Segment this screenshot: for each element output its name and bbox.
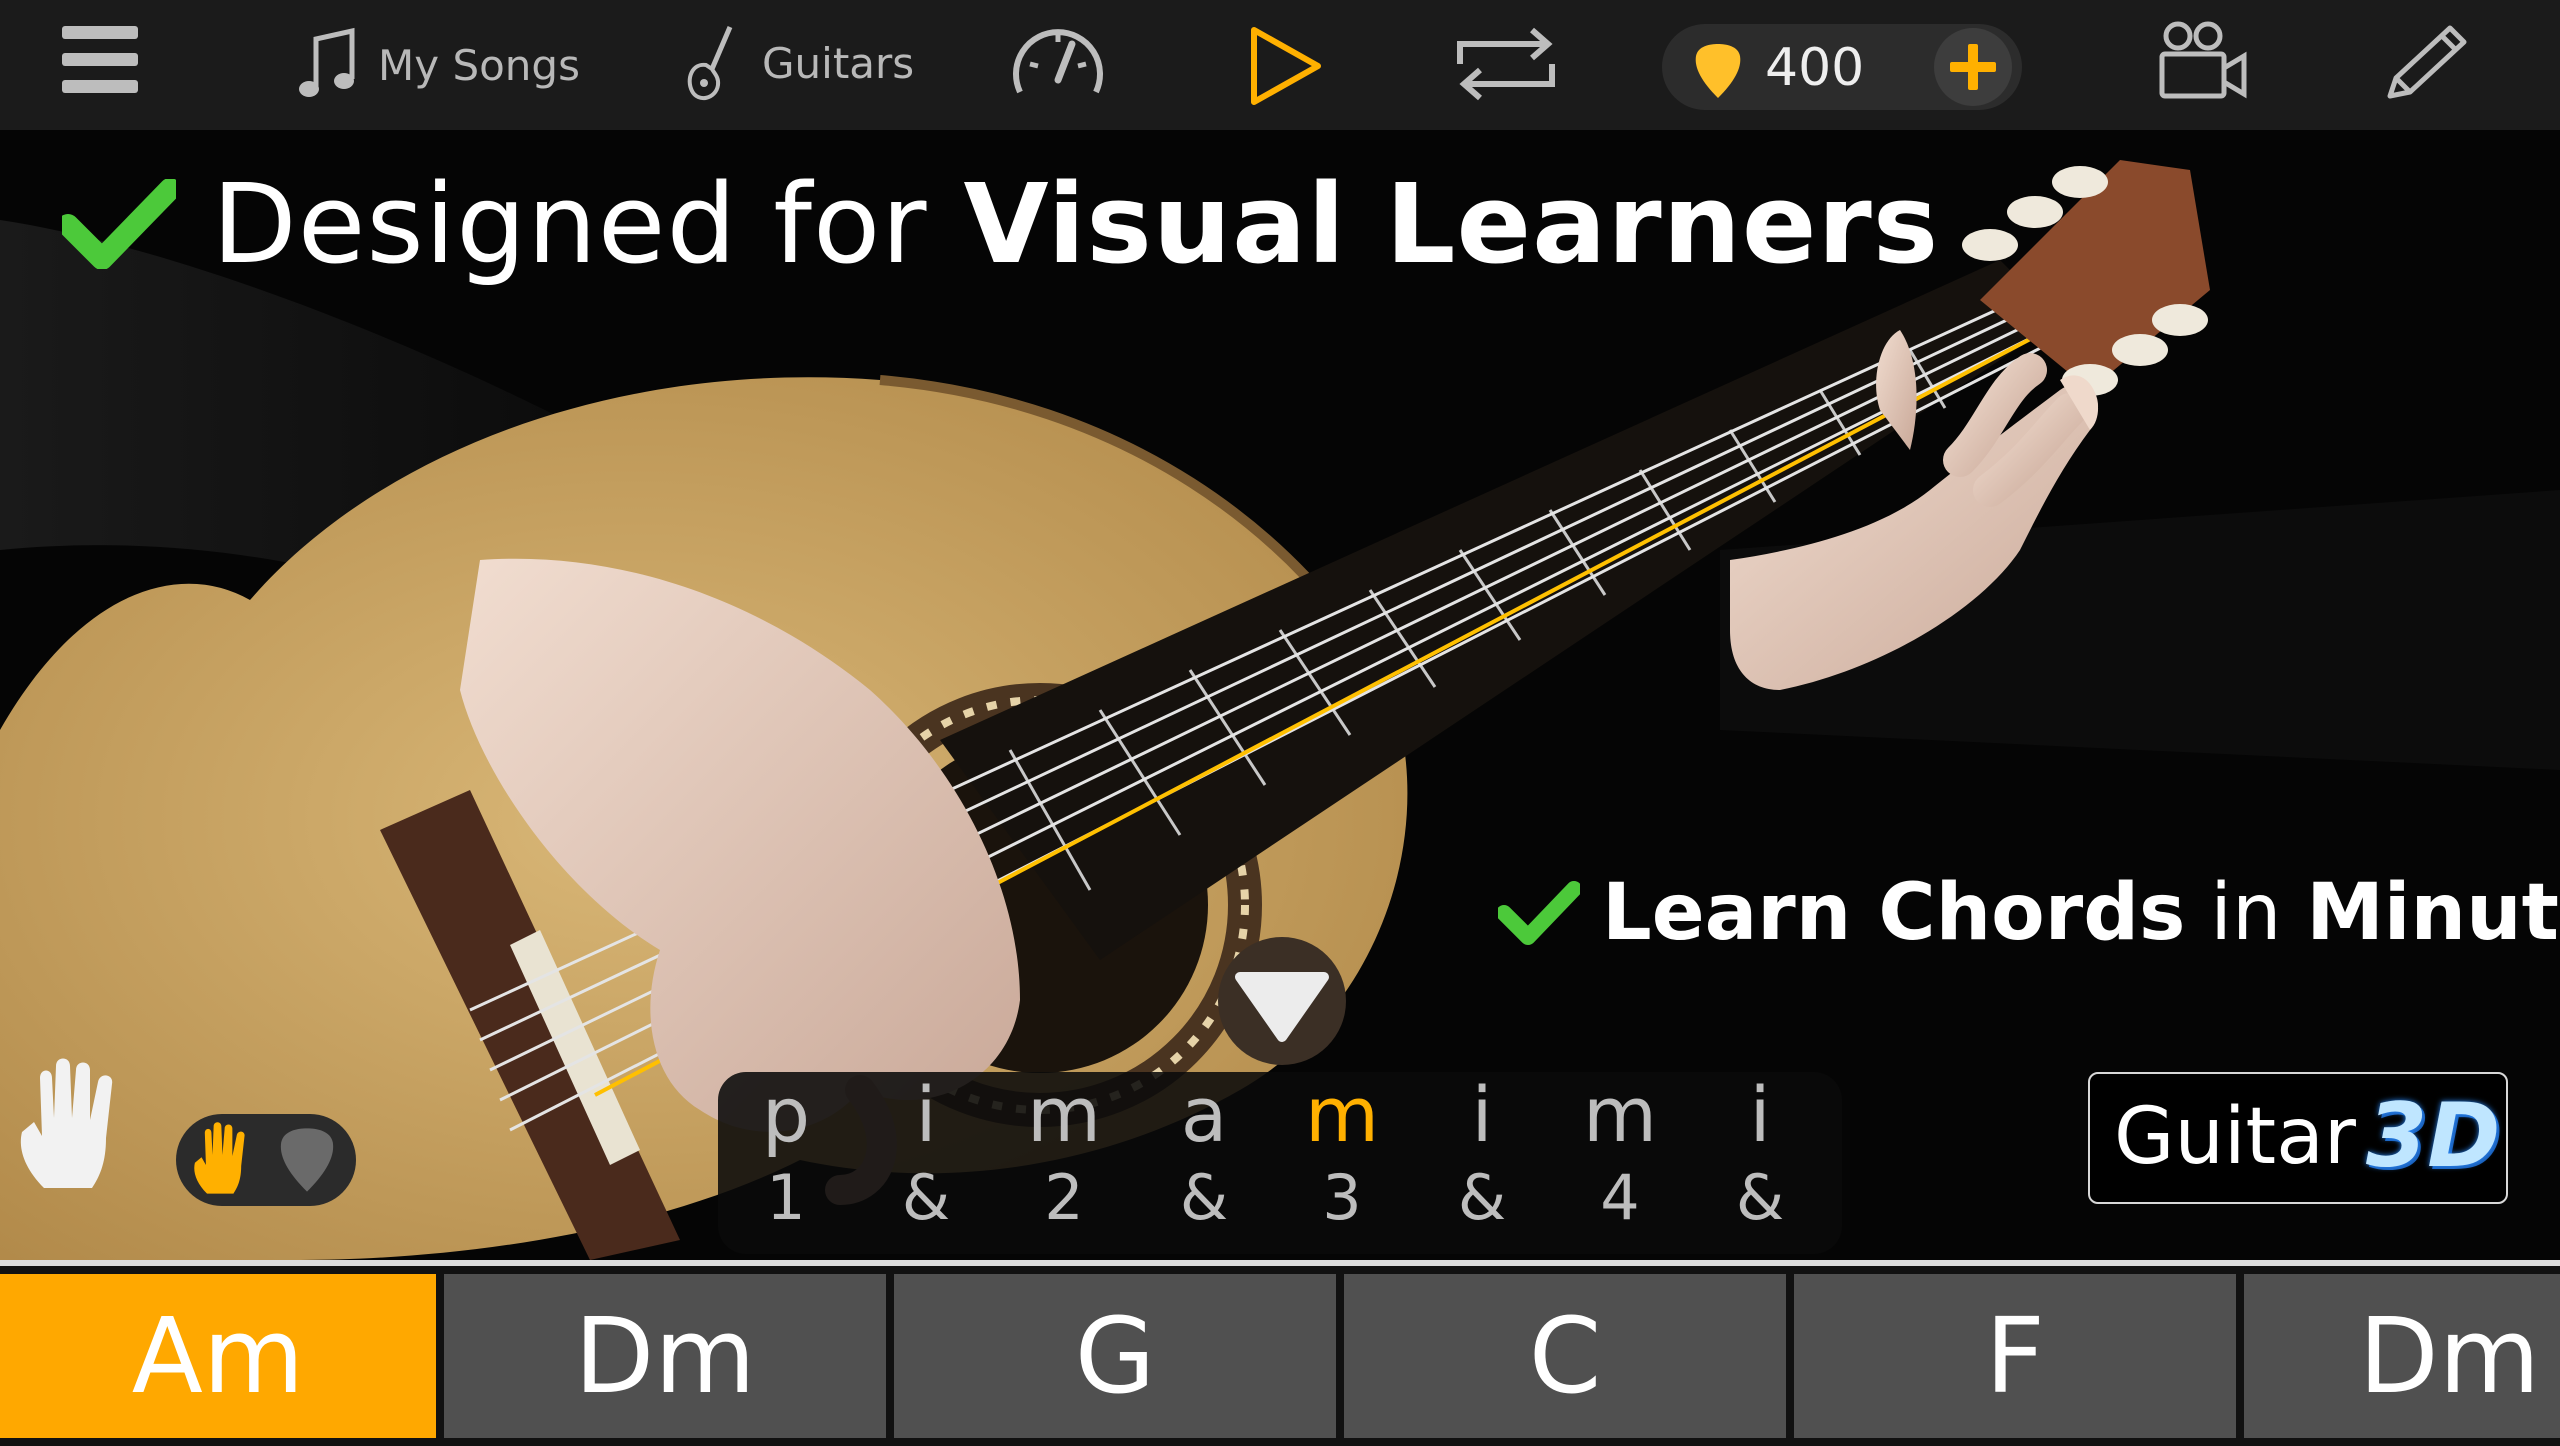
chord-dm[interactable]: Dm xyxy=(444,1274,886,1438)
headline-text: Designed for Visual Learners xyxy=(212,160,1939,288)
camera-view-button[interactable] xyxy=(2156,20,2248,104)
pattern-step: a & xyxy=(1144,1072,1264,1238)
pattern-count: & xyxy=(1735,1161,1785,1234)
pattern-count: 3 xyxy=(1322,1161,1362,1234)
music-note-icon xyxy=(299,27,355,97)
subheadline: Learn Chords in Minutes xyxy=(1498,868,2560,958)
subheadline-part1: Learn Chords xyxy=(1602,868,2186,958)
video-camera-icon xyxy=(2159,21,2247,99)
subheadline-part3: Minutes xyxy=(2306,868,2560,958)
pattern-finger: p xyxy=(761,1070,811,1159)
subheadline-text: Learn Chords in Minutes xyxy=(1602,868,2560,958)
coins-display: 400 xyxy=(1662,24,2022,110)
edit-button[interactable] xyxy=(2382,22,2470,102)
hand-icon xyxy=(20,1058,113,1188)
my-songs-label: My Songs xyxy=(378,40,580,90)
pattern-step: i & xyxy=(1422,1072,1542,1238)
top-toolbar: My Songs Guitars 400 xyxy=(0,0,2560,130)
pattern-step: m4 xyxy=(1560,1072,1680,1238)
hand-view-button[interactable] xyxy=(14,1058,132,1200)
chord-bar: Am Dm G C F Dm xyxy=(0,1260,2560,1446)
pattern-finger: i xyxy=(1749,1070,1771,1159)
brand-badge: 3D xyxy=(2366,1084,2501,1187)
speedometer-icon xyxy=(1013,29,1103,94)
guitars-label: Guitars xyxy=(762,38,915,88)
collapse-toggle-button[interactable] xyxy=(1218,937,1346,1065)
chord-f[interactable]: F xyxy=(1794,1274,2236,1438)
add-coins-button[interactable] xyxy=(1934,28,2012,106)
pattern-step: i & xyxy=(866,1072,986,1238)
pattern-count: 2 xyxy=(1044,1161,1084,1234)
pattern-count: & xyxy=(901,1161,951,1234)
headline-prefix: Designed for xyxy=(212,160,964,288)
pattern-count: 4 xyxy=(1600,1161,1640,1234)
my-songs-button[interactable]: My Songs xyxy=(298,22,580,108)
pattern-finger: m xyxy=(1304,1070,1380,1159)
play-button[interactable] xyxy=(1248,24,1324,108)
tempo-button[interactable] xyxy=(1010,18,1106,102)
guitar-3d-logo: Guitar 3D xyxy=(2088,1072,2508,1204)
finger-pick-toggle[interactable] xyxy=(176,1114,356,1206)
plus-icon xyxy=(1950,44,1996,90)
pattern-finger: a xyxy=(1180,1070,1228,1159)
guitar-pick-icon xyxy=(1695,44,1741,98)
guitar-pick-icon xyxy=(280,1128,334,1192)
pencil-icon xyxy=(2387,25,2467,99)
loop-button[interactable] xyxy=(1452,24,1560,104)
pattern-count: 1 xyxy=(766,1161,806,1234)
pattern-finger: m xyxy=(1026,1070,1102,1159)
pattern-step: p1 xyxy=(726,1072,846,1238)
chord-am[interactable]: Am xyxy=(0,1274,436,1438)
coins-value: 400 xyxy=(1765,38,1865,98)
guitar-icon xyxy=(687,26,733,101)
pattern-finger: i xyxy=(1471,1070,1493,1159)
play-icon xyxy=(1251,27,1321,105)
pattern-count: & xyxy=(1179,1161,1229,1234)
guitars-button[interactable]: Guitars xyxy=(684,18,914,108)
headline-emphasis: Visual Learners xyxy=(963,160,1940,288)
triangle-down-icon xyxy=(1235,972,1329,1042)
chord-dm-2[interactable]: Dm xyxy=(2244,1274,2560,1438)
chord-g[interactable]: G xyxy=(894,1274,1336,1438)
pattern-count: & xyxy=(1457,1161,1507,1234)
checkmark-icon xyxy=(1498,881,1580,945)
menu-button[interactable] xyxy=(60,22,140,98)
picking-pattern-panel: p1 i & m2 a & m3 i & m4 i & xyxy=(718,1072,1842,1254)
pattern-finger: m xyxy=(1582,1070,1658,1159)
pattern-step-active: m3 xyxy=(1282,1072,1402,1238)
pattern-finger: i xyxy=(915,1070,937,1159)
subheadline-part2: in xyxy=(2185,868,2307,958)
chord-c[interactable]: C xyxy=(1344,1274,1786,1438)
pattern-step: i & xyxy=(1700,1072,1820,1238)
hamburger-icon xyxy=(62,26,138,93)
pattern-step: m2 xyxy=(1004,1072,1124,1238)
fingers-icon xyxy=(194,1122,245,1194)
brand-word: Guitar xyxy=(2114,1092,2356,1182)
checkmark-icon xyxy=(62,179,176,269)
headline: Designed for Visual Learners xyxy=(62,160,1939,288)
repeat-icon xyxy=(1457,27,1555,101)
